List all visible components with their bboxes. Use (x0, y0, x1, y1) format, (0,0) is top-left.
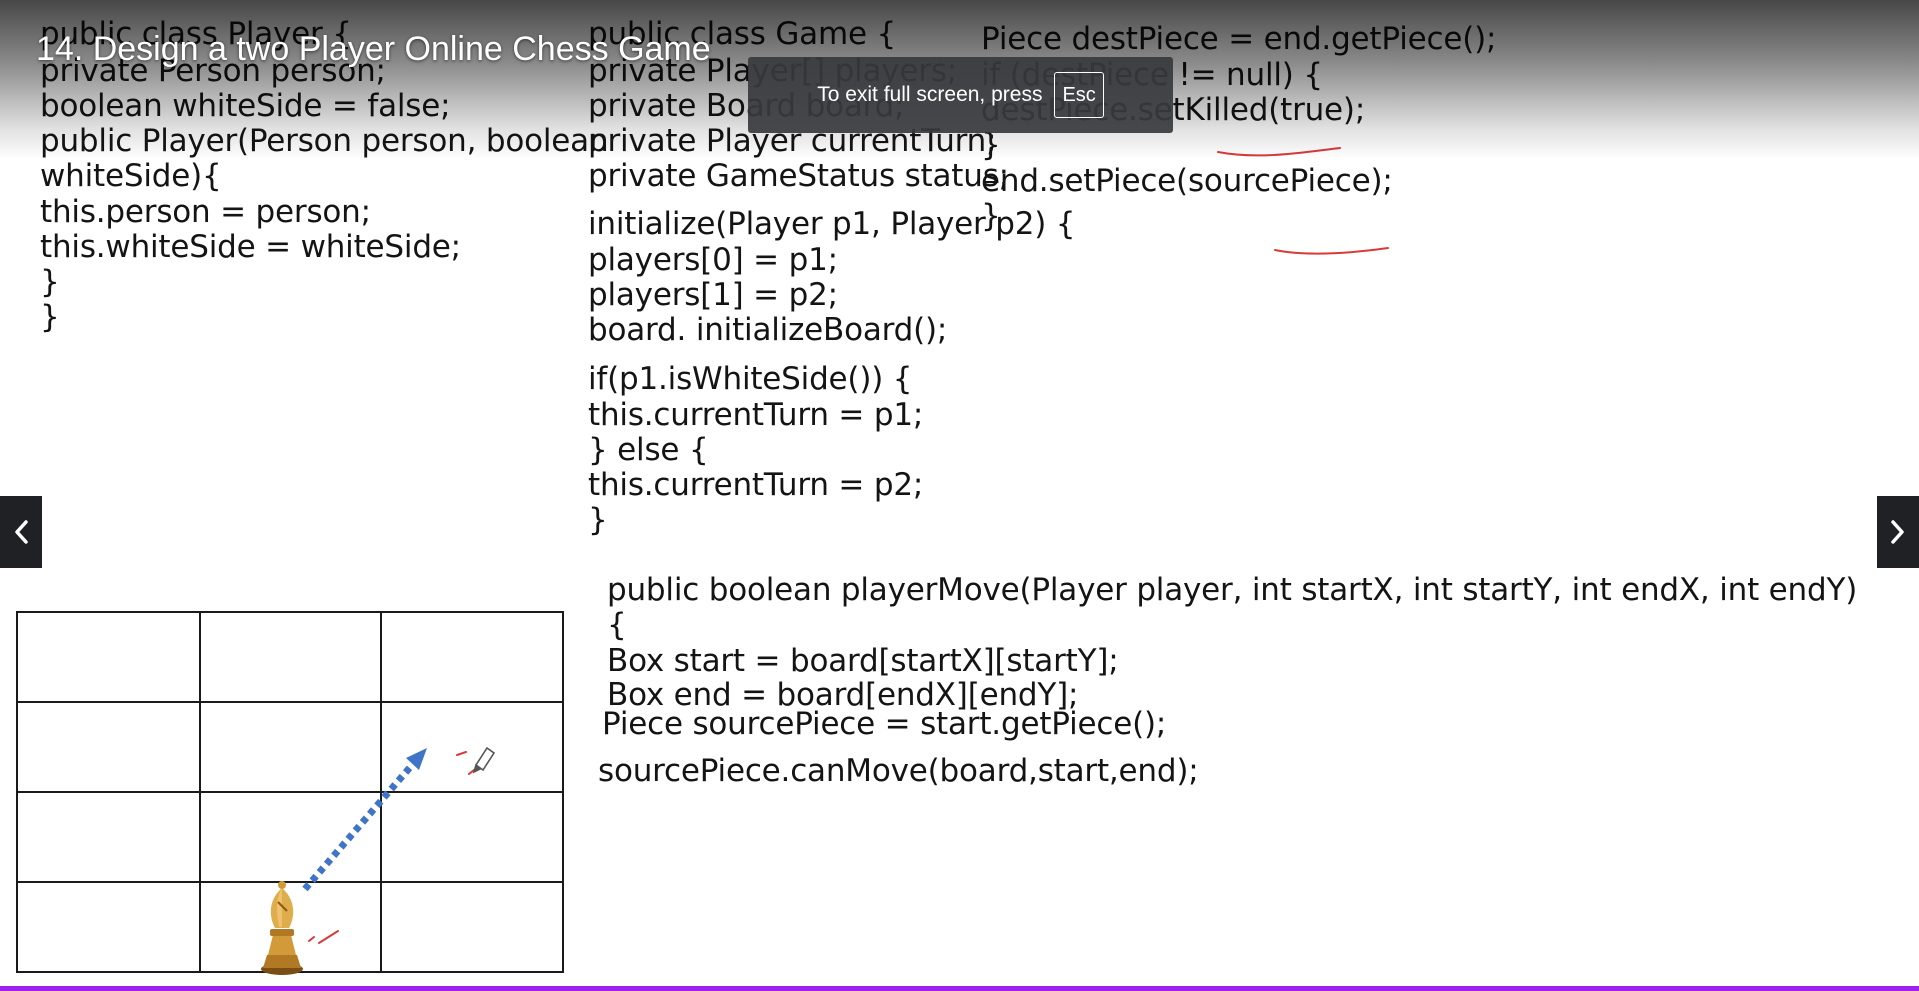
move-arrow (302, 748, 427, 892)
fullscreen-exit-toast: To exit full screen, press Esc (748, 57, 1173, 133)
previous-button[interactable] (0, 496, 42, 568)
chevron-left-icon (15, 520, 28, 544)
bishop-piece-icon (261, 881, 303, 975)
lecture-slide: public class Player { private Person per… (0, 0, 1919, 991)
board-diagram (16, 147, 1389, 975)
next-button[interactable] (1877, 496, 1919, 568)
pen-cursor-icon (472, 746, 496, 774)
chevron-right-icon (1891, 520, 1904, 544)
fullscreen-exit-message: To exit full screen, press (817, 83, 1043, 106)
video-title: 14. Design a two Player Online Chess Gam… (36, 30, 711, 68)
pen-annotations (308, 147, 1389, 944)
esc-key-badge: Esc (1054, 72, 1104, 118)
progress-bar[interactable] (0, 986, 1919, 991)
